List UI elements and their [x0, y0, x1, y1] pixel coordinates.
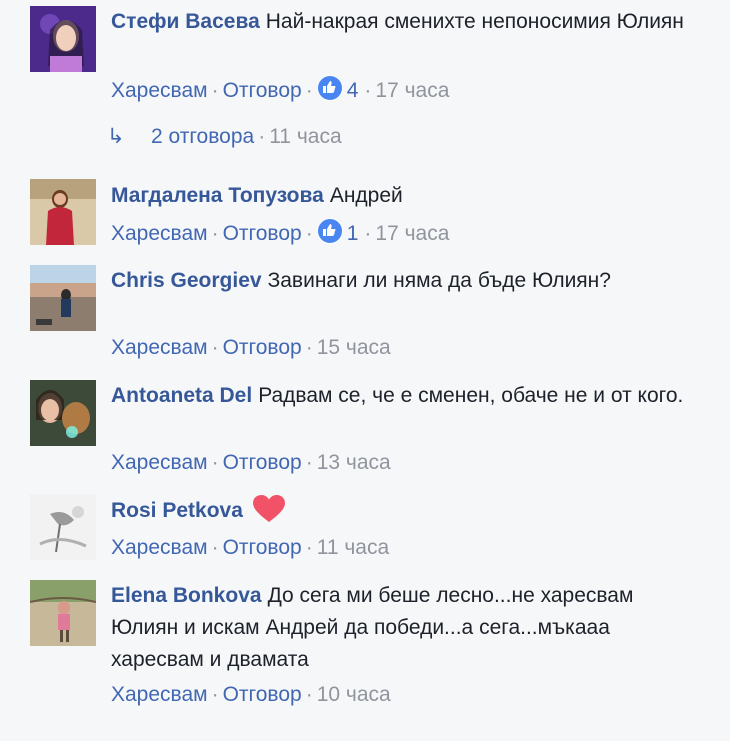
comment-body: Antoaneta Del Радвам се, че е сменен, оба… [111, 380, 701, 412]
timestamp[interactable]: 11 часа [269, 125, 341, 148]
avatar[interactable] [30, 265, 96, 331]
like-reaction-icon[interactable] [316, 75, 343, 101]
timestamp[interactable]: 15 часа [317, 336, 391, 359]
reply-button[interactable]: Отговор [223, 222, 302, 245]
like-count[interactable]: 4 [347, 79, 359, 102]
like-button[interactable]: Харесвам [111, 222, 208, 245]
comment-author[interactable]: Chris Georgiev [111, 269, 262, 292]
comment-body: Стефи Васева Най-накрая сменихте непоноси… [111, 6, 701, 38]
timestamp[interactable]: 10 часа [317, 683, 391, 706]
comment-author[interactable]: Стефи Васева [111, 10, 260, 33]
comment-body: Rosi Petkova [111, 495, 701, 533]
avatar[interactable] [30, 380, 96, 446]
comment-actions: Харесвам · Отговор · 10 часа [111, 680, 391, 710]
replies-row[interactable]: ↳ 2 отговора · 11 часа [107, 122, 342, 152]
reply-button[interactable]: Отговор [223, 336, 302, 359]
timestamp[interactable]: 17 часа [375, 222, 449, 245]
separator: · [305, 79, 313, 102]
separator: · [211, 222, 219, 245]
separator: · [211, 336, 219, 359]
separator: · [211, 79, 219, 102]
avatar[interactable] [30, 494, 96, 560]
comment-text: Най-накрая сменихте непоносимия Юлиян [265, 10, 684, 33]
reply-button[interactable]: Отговор [223, 536, 302, 559]
comment-author[interactable]: Elena Bonkova [111, 584, 262, 607]
comment-author[interactable]: Магдалена Топузова [111, 184, 324, 207]
comment-body: Chris Georgiev Завинаги ли няма да бъде Ю… [111, 265, 701, 297]
separator: · [364, 79, 372, 102]
like-count[interactable]: 1 [347, 222, 359, 245]
like-button[interactable]: Харесвам [111, 683, 208, 706]
like-button[interactable]: Харесвам [111, 536, 208, 559]
like-button[interactable]: Харесвам [111, 336, 208, 359]
reply-button[interactable]: Отговор [223, 451, 302, 474]
comment-author[interactable]: Rosi Petkova [111, 499, 243, 522]
comment-author[interactable]: Antoaneta Del [111, 384, 252, 407]
separator: · [305, 683, 313, 706]
like-reaction-icon[interactable] [316, 218, 343, 244]
avatar[interactable] [30, 179, 96, 245]
view-replies-link[interactable]: 2 отговора [151, 125, 254, 148]
avatar[interactable] [30, 6, 96, 72]
timestamp[interactable]: 17 часа [375, 79, 449, 102]
like-button[interactable]: Харесвам [111, 451, 208, 474]
reply-button[interactable]: Отговор [223, 79, 302, 102]
separator: · [364, 222, 372, 245]
comment-text: Радвам се, че е сменен, обаче не и от ко… [258, 384, 684, 407]
reply-arrow-icon: ↳ [107, 125, 125, 148]
avatar[interactable] [30, 580, 96, 646]
like-button[interactable]: Харесвам [111, 79, 208, 102]
separator: · [305, 536, 313, 559]
separator: · [305, 222, 313, 245]
separator: · [305, 451, 313, 474]
comment-actions: Харесвам · Отговор · 1 · 17 часа [111, 218, 449, 249]
comment-actions: Харесвам · Отговор · 4 · 17 часа [111, 75, 449, 106]
timestamp[interactable]: 13 часа [317, 451, 391, 474]
separator: · [211, 451, 219, 474]
comment-body: Магдалена Топузова Андрей [111, 180, 701, 212]
comment-actions: Харесвам · Отговор · 11 часа [111, 533, 389, 563]
separator: · [305, 336, 313, 359]
comment-text: Андрей [329, 184, 403, 207]
reply-button[interactable]: Отговор [223, 683, 302, 706]
separator: · [211, 536, 219, 559]
heart-icon [252, 495, 285, 533]
comment-text: Завинаги ли няма да бъде Юлиян? [267, 269, 611, 292]
comment-body: Elena Bonkova До сега ми беше лесно...не … [111, 580, 701, 676]
comment-actions: Харесвам · Отговор · 15 часа [111, 333, 391, 363]
separator: · [258, 125, 266, 148]
timestamp[interactable]: 11 часа [317, 536, 389, 559]
separator: · [211, 683, 219, 706]
comment-actions: Харесвам · Отговор · 13 часа [111, 448, 391, 478]
